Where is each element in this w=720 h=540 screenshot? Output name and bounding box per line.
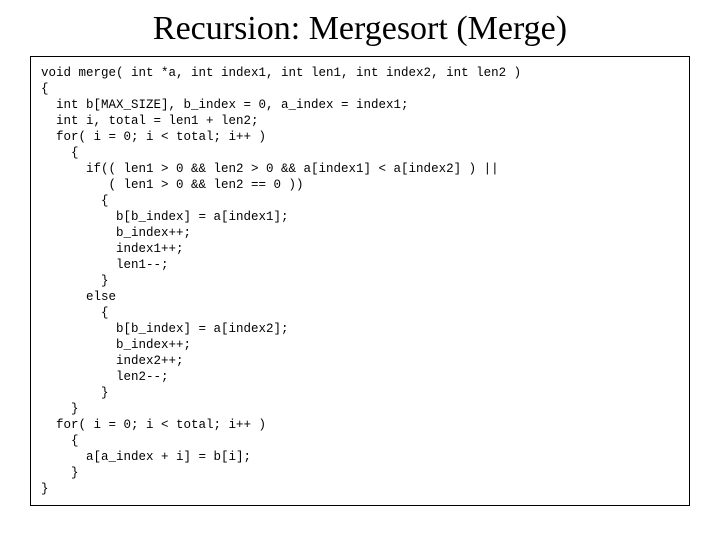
- code-block: void merge( int *a, int index1, int len1…: [30, 56, 690, 506]
- slide: Recursion: Mergesort (Merge) void merge(…: [0, 0, 720, 540]
- page-title: Recursion: Mergesort (Merge): [30, 10, 690, 48]
